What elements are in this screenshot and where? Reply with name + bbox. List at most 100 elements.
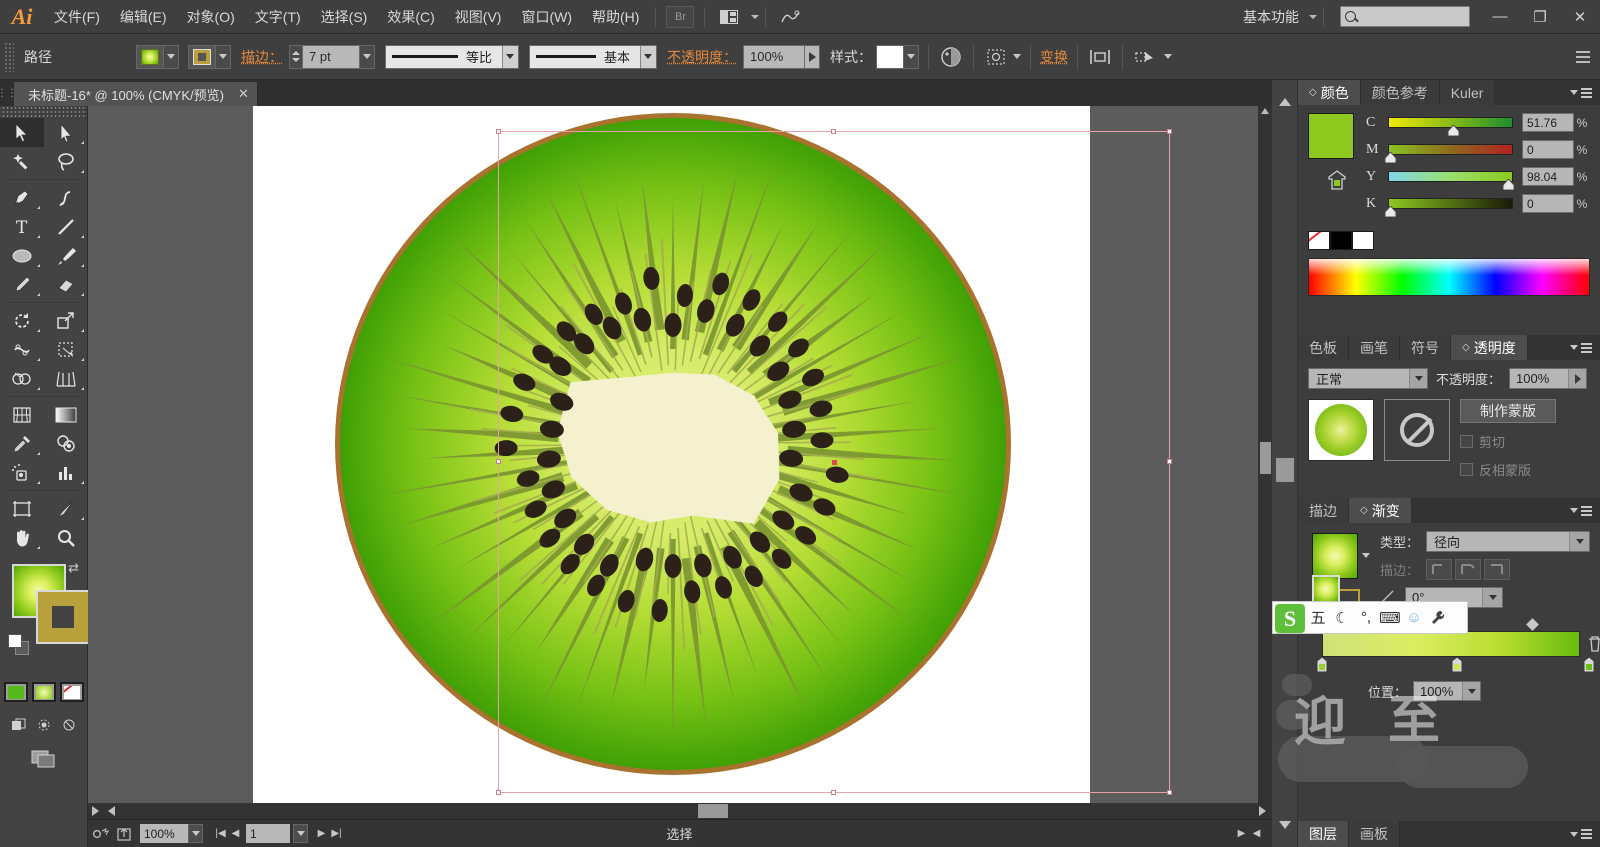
tab-transparency[interactable]: ◇ 透明度 (1451, 335, 1528, 360)
slider-thumb-y[interactable] (1502, 179, 1515, 190)
line-segment-tool[interactable] (44, 212, 88, 241)
gradient-type-select[interactable]: 径向 (1426, 531, 1590, 552)
slider-thumb-c[interactable] (1447, 125, 1460, 136)
menu-object[interactable]: 对象(O) (177, 0, 245, 34)
status-menu-icon[interactable]: ▶ (1234, 824, 1249, 844)
control-bar-menu-icon[interactable] (1576, 50, 1590, 63)
zoom-control[interactable]: 100% (140, 824, 203, 843)
lasso-tool[interactable] (44, 147, 88, 176)
anchor-bottom-center[interactable] (831, 790, 836, 795)
mask-thumbnail[interactable] (1384, 399, 1450, 461)
value-y[interactable]: 98.04 (1522, 167, 1574, 186)
mesh-tool[interactable] (0, 400, 44, 429)
opacity-group[interactable]: 100% (743, 44, 820, 69)
active-color-swatch[interactable] (1308, 113, 1354, 159)
blend-mode-chevron-down-icon[interactable] (1409, 369, 1427, 388)
minimize-button[interactable]: — (1480, 2, 1520, 32)
shape-builder-tool[interactable] (0, 364, 44, 393)
menu-window[interactable]: 窗口(W) (511, 0, 582, 34)
stroke-color-box[interactable] (36, 590, 90, 644)
gradient-panel-menu-icon[interactable] (1570, 498, 1600, 523)
width-tool[interactable] (0, 335, 44, 364)
arrange-chevron-down-icon[interactable] (751, 14, 760, 19)
value-k[interactable]: 0 (1522, 194, 1574, 213)
clip-checkbox[interactable] (1460, 435, 1473, 448)
stroke-chevron-down-icon[interactable] (216, 44, 231, 69)
color-panel-menu-icon[interactable] (1570, 80, 1600, 105)
tab-artboards[interactable]: 画板 (1349, 821, 1400, 847)
document-tab[interactable]: 未标题-16* @ 100% (CMYK/预览) ✕ (14, 82, 258, 106)
slider-m[interactable] (1384, 144, 1513, 163)
blend-mode-select[interactable]: 正常 (1308, 368, 1428, 389)
shape-builder-chevron-down-icon[interactable] (1164, 54, 1172, 59)
fill-swatch[interactable] (136, 44, 164, 69)
prev-artboard-icon[interactable]: ◀ (228, 824, 243, 844)
tab-gradient[interactable]: ◇ 渐变 (1349, 498, 1412, 523)
change-screen-mode-button[interactable] (0, 748, 87, 770)
symbol-sprayer-tool[interactable] (0, 458, 44, 487)
trash-icon[interactable] (1586, 634, 1600, 656)
zoom-input[interactable]: 100% (140, 824, 188, 843)
opacity-flyout-button[interactable] (805, 44, 820, 69)
stroke-weight-label[interactable]: 描边： (241, 47, 283, 67)
menu-file[interactable]: 文件(F) (44, 0, 110, 34)
ime-punctuation-icon[interactable]: °, (1355, 606, 1377, 630)
stroke-swatch-group[interactable] (188, 44, 231, 69)
curvature-tool[interactable] (44, 183, 88, 212)
gradient-mode-button[interactable] (31, 682, 56, 702)
color-mode-button[interactable] (3, 682, 28, 702)
gradient-center-point[interactable] (832, 460, 837, 465)
control-bar-grip[interactable] (4, 41, 14, 72)
slice-tool[interactable] (44, 494, 88, 523)
draw-normal-icon[interactable] (8, 716, 30, 734)
stroke-weight-group[interactable]: 7 pt (289, 44, 375, 69)
clip-checkbox-row[interactable]: 剪切 (1460, 432, 1556, 451)
canvas-vertical-scrollbar[interactable] (1258, 106, 1272, 847)
anchor-top-center[interactable] (831, 129, 836, 134)
layers-panel-menu-icon[interactable] (1570, 821, 1600, 847)
stroke-profile-select[interactable]: 等比 (385, 44, 519, 69)
slider-y[interactable] (1388, 171, 1515, 190)
gradient-tool[interactable] (44, 400, 88, 429)
stroke-weight-input[interactable]: 7 pt (302, 44, 360, 69)
stroke-weight-stepper[interactable] (289, 44, 302, 69)
gradient-preview-swatch[interactable] (1312, 533, 1358, 579)
isolate-chevron-down-icon[interactable] (1013, 54, 1021, 59)
blend-tool[interactable] (44, 429, 88, 458)
restore-button[interactable]: ❐ (1520, 2, 1560, 32)
anchor-top-right[interactable] (1167, 129, 1172, 134)
share-icon[interactable] (112, 823, 136, 845)
first-artboard-icon[interactable]: |◀ (213, 824, 228, 844)
tab-kuler[interactable]: Kuler (1439, 80, 1496, 105)
eyedropper-tool[interactable] (0, 429, 44, 458)
tab-symbols[interactable]: 符号 (1400, 335, 1451, 360)
close-icon[interactable]: ✕ (238, 86, 249, 102)
invert-checkbox-row[interactable]: 反相蒙版 (1460, 460, 1556, 479)
stroke-weight-chevron-down-icon[interactable] (360, 44, 375, 69)
invert-mask-checkbox[interactable] (1460, 463, 1473, 476)
tools-panel-grip[interactable] (0, 106, 87, 118)
eraser-tool[interactable] (44, 270, 88, 299)
isolate-selection-icon[interactable] (983, 44, 1009, 70)
brush-chevron-down-icon[interactable] (639, 45, 656, 68)
gradient-ramp[interactable] (1322, 631, 1580, 657)
menu-view[interactable]: 视图(V) (445, 0, 512, 34)
anchor-middle-right[interactable] (1167, 459, 1172, 464)
transform-button[interactable]: 变换 (1040, 47, 1068, 67)
sogou-ime-toolbar[interactable]: S 五 ☾ °, ⌨ ☺ (1272, 601, 1468, 634)
pencil-tool[interactable] (0, 270, 44, 299)
arrange-documents-icon[interactable] (715, 6, 743, 28)
gradient-fill-box[interactable] (1312, 575, 1340, 603)
tab-swatches[interactable]: 色板 (1298, 335, 1349, 360)
close-button[interactable]: ✕ (1560, 2, 1600, 32)
recolor-artwork-icon[interactable] (938, 44, 964, 70)
transparency-opacity-input[interactable]: 100% (1509, 368, 1588, 389)
ime-settings-icon[interactable] (1427, 606, 1449, 630)
free-transform-tool[interactable] (44, 335, 88, 364)
scroll-up-icon[interactable] (1261, 108, 1269, 114)
gradient-stop-1[interactable] (1316, 656, 1328, 673)
angle-chevron-down-icon[interactable] (1482, 588, 1502, 607)
hand-tool[interactable] (0, 523, 44, 552)
tab-color[interactable]: ◇ 颜色 (1298, 80, 1361, 105)
scroll-right-icon[interactable] (1259, 806, 1266, 816)
